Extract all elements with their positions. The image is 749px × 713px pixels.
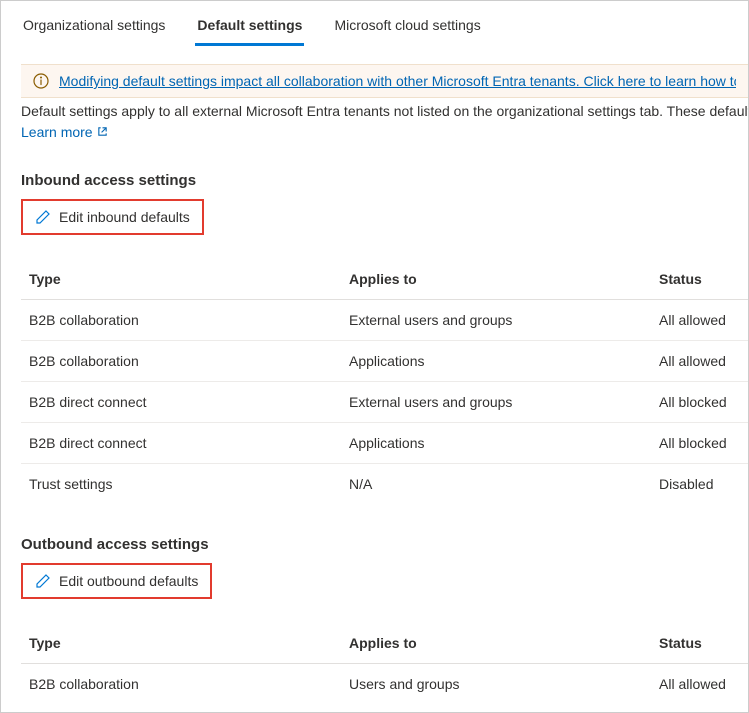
table-row: Trust settings N/A Disabled (21, 464, 748, 504)
cell-status: All allowed (659, 353, 749, 369)
pencil-icon (35, 209, 51, 225)
col-type: Type (29, 635, 349, 651)
pencil-icon (35, 573, 51, 589)
external-link-icon (97, 126, 108, 137)
cell-status: All blocked (659, 435, 749, 451)
cell-type: B2B collaboration (29, 312, 349, 328)
col-type: Type (29, 271, 349, 287)
edit-inbound-highlight: Edit inbound defaults (21, 199, 204, 235)
cell-status: All blocked (659, 394, 749, 410)
table-row: B2B direct connect External users and gr… (21, 382, 748, 423)
cell-status: All allowed (659, 676, 749, 692)
col-status: Status (659, 271, 749, 287)
learn-more-link[interactable]: Learn more (21, 124, 108, 140)
edit-inbound-label: Edit inbound defaults (59, 209, 190, 225)
cell-applies-to: External users and groups (349, 312, 659, 328)
cell-applies-to: N/A (349, 476, 659, 492)
col-applies-to: Applies to (349, 635, 659, 651)
tab-organizational-settings[interactable]: Organizational settings (21, 13, 167, 46)
inbound-table: Type Applies to Status B2B collaboration… (21, 259, 748, 504)
table-row: B2B collaboration Users and groups All a… (21, 664, 748, 704)
inbound-section-title: Inbound access settings (21, 172, 748, 189)
tab-microsoft-cloud-settings[interactable]: Microsoft cloud settings (332, 13, 482, 46)
cell-applies-to: Applications (349, 353, 659, 369)
cell-type: B2B collaboration (29, 676, 349, 692)
edit-inbound-defaults-button[interactable]: Edit inbound defaults (25, 203, 200, 231)
cell-applies-to: Users and groups (349, 676, 659, 692)
inbound-table-header: Type Applies to Status (21, 259, 748, 300)
settings-panel: Organizational settings Default settings… (0, 0, 749, 713)
cell-type: B2B direct connect (29, 394, 349, 410)
info-banner: Modifying default settings impact all co… (21, 64, 748, 98)
outbound-section-title: Outbound access settings (21, 536, 748, 553)
table-row: B2B collaboration Applications All allow… (21, 341, 748, 382)
outbound-table-header: Type Applies to Status (21, 623, 748, 664)
learn-more-label: Learn more (21, 124, 93, 140)
edit-outbound-defaults-button[interactable]: Edit outbound defaults (25, 567, 208, 595)
table-row: B2B collaboration External users and gro… (21, 300, 748, 341)
cell-applies-to: Applications (349, 435, 659, 451)
tab-strip: Organizational settings Default settings… (1, 1, 748, 46)
outbound-table: Type Applies to Status B2B collaboration… (21, 623, 748, 704)
edit-outbound-highlight: Edit outbound defaults (21, 563, 212, 599)
cell-status: Disabled (659, 476, 749, 492)
cell-type: B2B collaboration (29, 353, 349, 369)
edit-outbound-label: Edit outbound defaults (59, 573, 198, 589)
cell-type: Trust settings (29, 476, 349, 492)
description-text: Default settings apply to all external M… (21, 102, 748, 122)
cell-type: B2B direct connect (29, 435, 349, 451)
info-banner-link[interactable]: Modifying default settings impact all co… (59, 73, 736, 89)
cell-applies-to: External users and groups (349, 394, 659, 410)
info-icon (33, 73, 49, 89)
cell-status: All allowed (659, 312, 749, 328)
col-status: Status (659, 635, 749, 651)
col-applies-to: Applies to (349, 271, 659, 287)
table-row: B2B direct connect Applications All bloc… (21, 423, 748, 464)
tab-default-settings[interactable]: Default settings (195, 13, 304, 46)
tab-content: Modifying default settings impact all co… (1, 46, 748, 704)
